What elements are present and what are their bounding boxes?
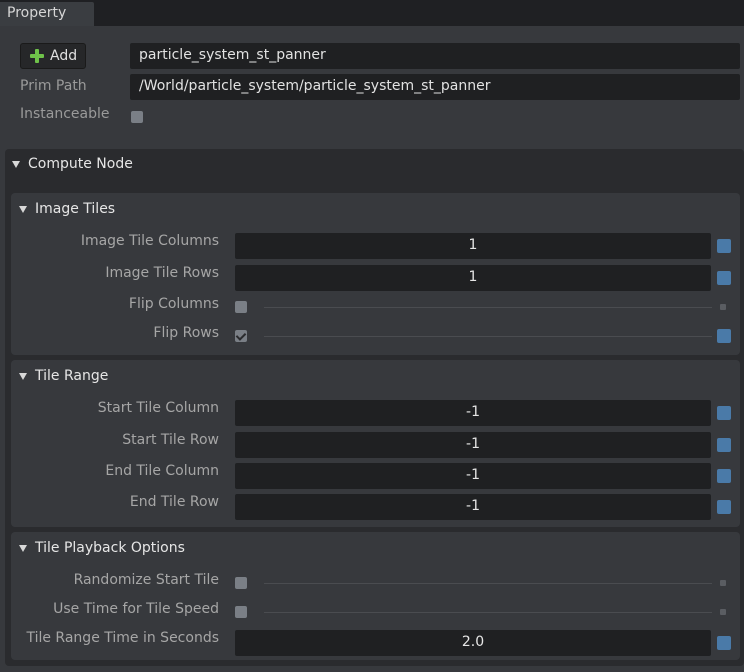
row-divider bbox=[264, 336, 712, 337]
default-value-indicator-icon[interactable] bbox=[717, 271, 731, 285]
randomize-start-tile-label: Randomize Start Tile bbox=[73, 572, 219, 588]
instanceable-label: Instanceable bbox=[20, 106, 110, 122]
tile-playback-header[interactable]: Tile Playback Options bbox=[19, 540, 185, 556]
default-value-indicator-icon[interactable] bbox=[717, 500, 731, 514]
collapse-triangle-icon bbox=[19, 372, 27, 380]
plus-icon bbox=[29, 48, 45, 64]
start-tile-column-label: Start Tile Column bbox=[97, 400, 219, 416]
flip-rows-label: Flip Rows bbox=[153, 325, 219, 341]
add-button[interactable]: Add bbox=[20, 43, 86, 69]
default-value-indicator-icon[interactable] bbox=[717, 239, 731, 253]
start-tile-row-field[interactable]: -1 bbox=[235, 432, 711, 458]
randomize-start-tile-checkbox[interactable] bbox=[235, 577, 247, 589]
flip-rows-checkbox[interactable] bbox=[235, 330, 247, 342]
collapse-triangle-icon bbox=[19, 205, 27, 213]
tab-bar: Property bbox=[0, 0, 744, 26]
use-time-for-tile-speed-label: Use Time for Tile Speed bbox=[53, 601, 219, 617]
image-tile-columns-label: Image Tile Columns bbox=[80, 233, 219, 249]
image-tiles-title: Image Tiles bbox=[35, 201, 116, 217]
flip-columns-label: Flip Columns bbox=[128, 296, 219, 312]
end-tile-row-label: End Tile Row bbox=[129, 494, 219, 510]
default-value-dot-icon bbox=[720, 609, 726, 615]
end-tile-column-field[interactable]: -1 bbox=[235, 463, 711, 489]
prim-name-field[interactable]: particle_system_st_panner bbox=[130, 43, 740, 69]
prim-path-field[interactable]: /World/particle_system/particle_system_s… bbox=[130, 74, 740, 100]
row-divider bbox=[264, 612, 712, 613]
default-value-indicator-icon[interactable] bbox=[717, 636, 731, 650]
tile-range-title: Tile Range bbox=[35, 368, 109, 384]
image-tiles-header[interactable]: Image Tiles bbox=[19, 201, 115, 217]
instanceable-checkbox[interactable] bbox=[131, 111, 143, 123]
end-tile-column-label: End Tile Column bbox=[105, 463, 219, 479]
compute-node-title: Compute Node bbox=[28, 156, 133, 172]
prim-path-label: Prim Path bbox=[20, 78, 87, 94]
use-time-for-tile-speed-checkbox[interactable] bbox=[235, 606, 247, 618]
collapse-triangle-icon bbox=[12, 160, 20, 168]
default-value-dot-icon bbox=[720, 580, 726, 586]
compute-node-header[interactable]: Compute Node bbox=[12, 156, 133, 172]
default-value-indicator-icon[interactable] bbox=[717, 329, 731, 343]
default-value-dot-icon bbox=[720, 304, 726, 310]
end-tile-row-field[interactable]: -1 bbox=[235, 494, 711, 520]
row-divider bbox=[264, 583, 712, 584]
default-value-indicator-icon[interactable] bbox=[717, 438, 731, 452]
row-divider bbox=[264, 307, 712, 308]
default-value-indicator-icon[interactable] bbox=[717, 406, 731, 420]
start-tile-row-label: Start Tile Row bbox=[122, 432, 219, 448]
collapse-triangle-icon bbox=[19, 544, 27, 552]
flip-columns-checkbox[interactable] bbox=[235, 301, 247, 313]
tile-range-time-field[interactable]: 2.0 bbox=[235, 630, 711, 656]
image-tile-rows-field[interactable]: 1 bbox=[235, 265, 711, 291]
default-value-indicator-icon[interactable] bbox=[717, 469, 731, 483]
tile-range-header[interactable]: Tile Range bbox=[19, 368, 108, 384]
tile-playback-title: Tile Playback Options bbox=[35, 540, 185, 556]
tile-range-time-label: Tile Range Time in Seconds bbox=[26, 630, 219, 646]
image-tile-rows-label: Image Tile Rows bbox=[105, 265, 219, 281]
image-tile-columns-field[interactable]: 1 bbox=[235, 233, 711, 259]
add-button-label: Add bbox=[50, 48, 78, 64]
tab-property[interactable]: Property bbox=[0, 2, 94, 26]
start-tile-column-field[interactable]: -1 bbox=[235, 400, 711, 426]
